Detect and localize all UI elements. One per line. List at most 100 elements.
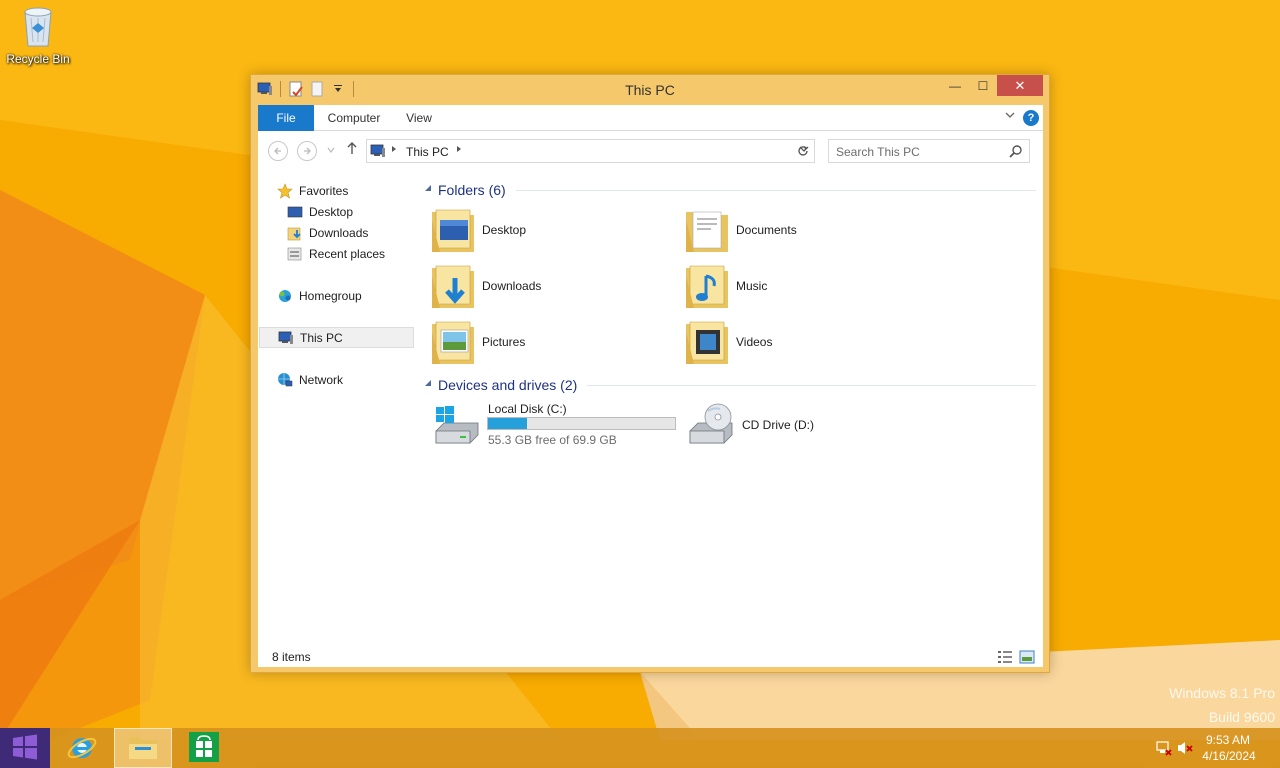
folder-tile-videos[interactable]: Videos: [682, 315, 932, 369]
title-bar[interactable]: This PC — ☐ ✕: [251, 75, 1049, 105]
tab-view[interactable]: View: [394, 105, 444, 131]
internet-explorer-icon: [66, 731, 98, 766]
up-arrow-icon[interactable]: [346, 141, 358, 159]
music-folder-icon: [682, 261, 732, 311]
search-icon[interactable]: [1009, 144, 1023, 161]
item-count: 8 items: [272, 650, 311, 664]
store-icon: [189, 731, 219, 765]
breadcrumb-chevron-icon[interactable]: [391, 145, 397, 155]
window-client-area: File Computer View ? This PC Search This…: [258, 105, 1043, 667]
taskbar: 9:53 AM 4/16/2024: [0, 728, 1280, 768]
nav-favorites[interactable]: Favorites: [258, 180, 418, 201]
folder-name: Downloads: [482, 279, 542, 293]
recycle-bin-icon: [21, 4, 55, 51]
disk-free-space-text: 55.3 GB free of 69.9 GB: [488, 433, 617, 447]
content-pane: Folders (6) Desktop Documents Downloads …: [418, 170, 1043, 650]
minimize-button[interactable]: —: [941, 75, 969, 96]
this-pc-icon: [278, 330, 294, 346]
large-icons-view-icon[interactable]: [1019, 650, 1035, 667]
search-placeholder: Search This PC: [836, 145, 920, 159]
breadcrumb-this-pc[interactable]: This PC: [406, 145, 449, 159]
tab-file[interactable]: File: [258, 105, 314, 131]
file-explorer-icon: [127, 733, 159, 764]
folder-name: Music: [736, 279, 768, 293]
collapse-triangle-icon[interactable]: [424, 185, 432, 195]
navigation-bar: This PC Search This PC: [258, 132, 1043, 170]
pictures-folder-icon: [428, 317, 478, 367]
nav-desktop-label: Desktop: [309, 204, 354, 219]
cd-drive-icon: [686, 401, 736, 451]
folder-tile-desktop[interactable]: Desktop: [428, 203, 678, 257]
nav-homegroup-label: Homegroup: [299, 288, 362, 303]
nav-homegroup[interactable]: Homegroup: [258, 285, 418, 306]
nav-network-label: Network: [299, 372, 344, 387]
folder-tile-pictures[interactable]: Pictures: [428, 315, 678, 369]
recycle-bin-shortcut[interactable]: Recycle Bin: [2, 4, 74, 76]
search-box[interactable]: Search This PC: [828, 139, 1030, 163]
drive-tile-cd-drive-d[interactable]: CD Drive (D:): [686, 399, 936, 453]
clock-time[interactable]: 9:53 AM: [1198, 733, 1258, 747]
maximize-button[interactable]: ☐: [969, 75, 997, 96]
refresh-button[interactable]: [792, 139, 815, 163]
desktop-icon: [287, 204, 303, 220]
folder-name: Pictures: [482, 335, 526, 349]
drive-name: CD Drive (D:): [742, 418, 814, 432]
desktop-folder-icon: [428, 205, 478, 255]
nav-this-pc[interactable]: This PC: [259, 327, 414, 348]
drives-group-title: Devices and drives (2): [438, 377, 578, 393]
downloads-icon: [287, 225, 303, 241]
nav-desktop[interactable]: Desktop: [258, 201, 418, 222]
folder-name: Desktop: [482, 223, 527, 237]
folders-group-header[interactable]: Folders (6): [424, 180, 1036, 200]
this-pc-icon: [370, 144, 386, 161]
close-button[interactable]: ✕: [997, 75, 1043, 96]
tab-computer[interactable]: Computer: [318, 105, 390, 131]
drives-group-header[interactable]: Devices and drives (2): [424, 375, 1036, 395]
recent-locations-chevron-icon[interactable]: [327, 145, 335, 155]
nav-recent-places[interactable]: Recent places: [258, 243, 418, 264]
window-title: This PC: [625, 82, 675, 98]
nav-downloads[interactable]: Downloads: [258, 222, 418, 243]
recycle-bin-label: Recycle Bin: [6, 52, 70, 66]
folder-tile-documents[interactable]: Documents: [682, 203, 932, 257]
nav-recent-places-label: Recent places: [309, 246, 386, 261]
expand-ribbon-chevron-icon[interactable]: [1005, 111, 1015, 122]
nav-network[interactable]: Network: [258, 369, 418, 390]
volume-muted-icon[interactable]: [1176, 740, 1194, 759]
build-watermark: Build 9600: [1208, 709, 1275, 725]
window-controls: — ☐ ✕: [941, 75, 1043, 96]
drive-tile-local-disk-c[interactable]: Local Disk (C:) 55.3 GB free of 69.9 GB: [432, 399, 682, 453]
downloads-folder-icon: [428, 261, 478, 311]
taskbar-internet-explorer[interactable]: [54, 728, 110, 768]
drive-name: Local Disk (C:): [488, 402, 567, 416]
nav-this-pc-label: This PC: [300, 330, 343, 345]
folder-name: Videos: [736, 335, 773, 349]
group-divider: [515, 189, 1036, 191]
disk-usage-fill: [488, 418, 528, 429]
folders-group-title: Folders (6): [438, 182, 506, 198]
clock-date[interactable]: 4/16/2024: [1194, 749, 1264, 763]
network-status-icon[interactable]: [1156, 740, 1172, 759]
help-button[interactable]: ?: [1023, 110, 1039, 126]
folder-tile-music[interactable]: Music: [682, 259, 932, 313]
breadcrumb-chevron-icon[interactable]: [456, 145, 462, 155]
nav-favorites-label: Favorites: [299, 183, 349, 198]
star-icon: [277, 182, 293, 199]
explorer-window: This PC — ☐ ✕ File Computer View ? This …: [250, 74, 1050, 673]
nav-downloads-label: Downloads: [309, 225, 369, 240]
taskbar-store[interactable]: [176, 728, 232, 768]
start-button[interactable]: [0, 728, 50, 768]
details-view-icon[interactable]: [997, 650, 1013, 667]
disk-usage-bar: [487, 417, 676, 430]
edition-watermark: Windows 8.1 Pro: [1169, 685, 1275, 701]
folder-name: Documents: [736, 223, 797, 237]
network-icon: [277, 372, 293, 388]
back-button[interactable]: [268, 141, 288, 161]
navigation-pane: Favorites Desktop Downloads Recent place…: [258, 170, 418, 650]
address-bar[interactable]: This PC: [366, 139, 815, 163]
folder-tile-downloads[interactable]: Downloads: [428, 259, 678, 313]
forward-button[interactable]: [297, 141, 317, 161]
taskbar-file-explorer[interactable]: [114, 728, 172, 768]
collapse-triangle-icon[interactable]: [424, 380, 432, 390]
homegroup-icon: [277, 288, 293, 304]
